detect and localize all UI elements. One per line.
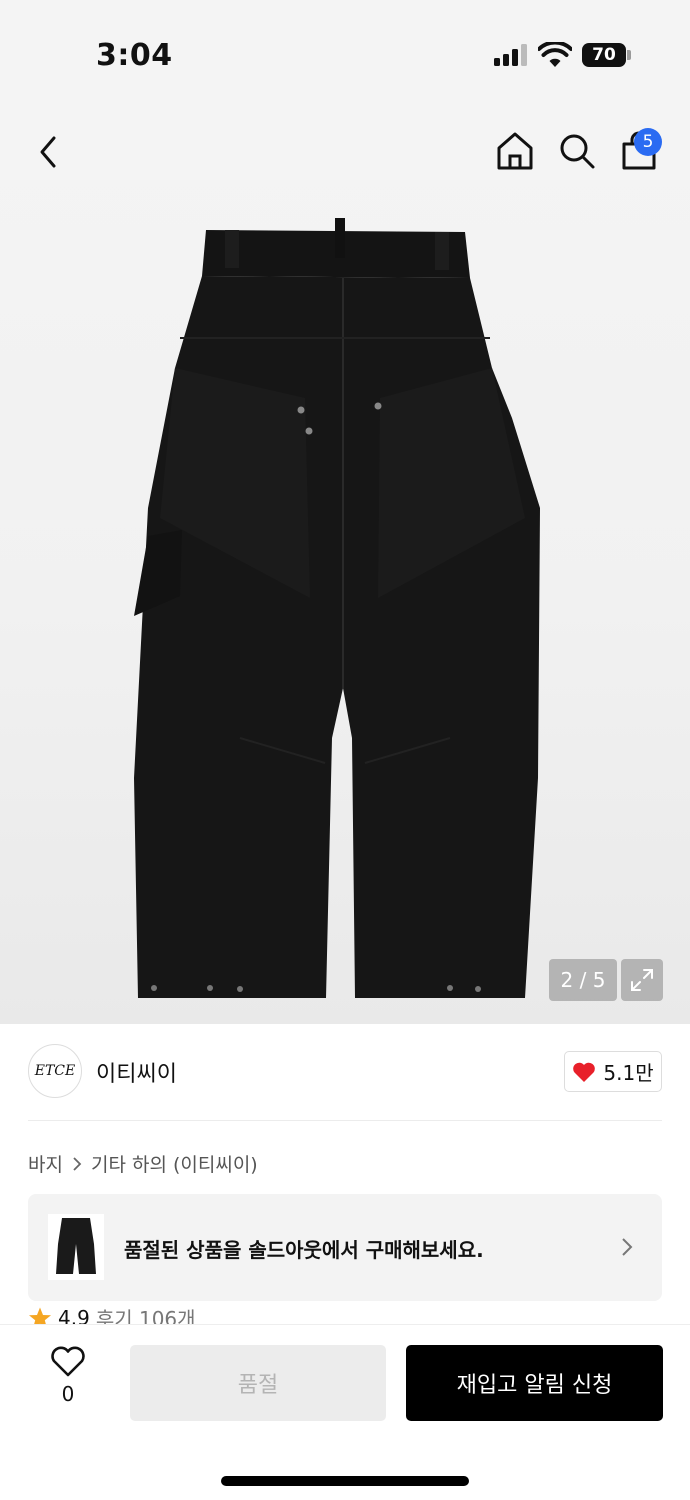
heart-outline-icon xyxy=(51,1346,85,1377)
home-indicator xyxy=(221,1476,469,1486)
breadcrumb-subcategory[interactable]: 기타 하의 (이티씨이) xyxy=(91,1150,258,1177)
banner-text: 품절된 상품을 솔드아웃에서 구매해보세요. xyxy=(124,1238,484,1262)
home-icon[interactable] xyxy=(494,130,536,172)
brand-name[interactable]: 이티씨이 xyxy=(96,1056,177,1088)
chevron-right-icon xyxy=(73,1156,82,1171)
battery-cap xyxy=(627,50,631,60)
search-icon[interactable] xyxy=(556,130,598,172)
divider xyxy=(28,1120,662,1121)
wifi-icon xyxy=(538,42,572,67)
brand-like-count: 5.1만 xyxy=(603,1061,654,1085)
breadcrumb-category[interactable]: 바지 xyxy=(28,1150,63,1177)
wishlist-count: 0 xyxy=(61,1382,75,1406)
chevron-right-icon xyxy=(622,1238,633,1256)
heart-filled-icon xyxy=(573,1062,596,1082)
soldout-button[interactable]: 품절 xyxy=(130,1345,386,1421)
expand-image-button[interactable] xyxy=(621,959,663,1001)
battery-icon: 70 xyxy=(582,43,626,67)
soldout-resale-banner[interactable]: 품절된 상품을 솔드아웃에서 구매해보세요. xyxy=(28,1194,662,1301)
wishlist-button[interactable]: 0 xyxy=(44,1346,92,1416)
brand-like-button[interactable]: 5.1만 xyxy=(564,1051,662,1092)
product-image-pants xyxy=(134,218,540,998)
status-time: 3:04 xyxy=(96,38,173,73)
back-icon[interactable] xyxy=(28,128,68,176)
image-counter: 2 / 5 xyxy=(549,959,617,1001)
cart-count-badge: 5 xyxy=(634,128,662,156)
expand-icon xyxy=(631,969,653,991)
cellular-signal-icon xyxy=(494,44,528,66)
breadcrumb: 바지 기타 하의 (이티씨이) xyxy=(28,1150,258,1177)
restock-notification-button[interactable]: 재입고 알림 신청 xyxy=(406,1345,663,1421)
banner-product-thumbnail xyxy=(48,1214,104,1280)
status-bar: 3:04 70 xyxy=(0,0,690,100)
brand-logo[interactable]: ETCE xyxy=(28,1044,82,1098)
